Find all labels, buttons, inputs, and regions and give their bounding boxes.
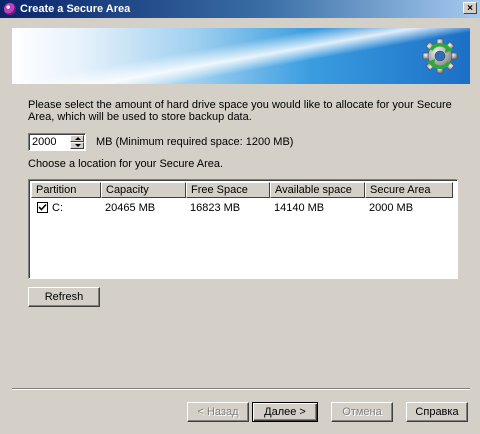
partition-cell: C: [31, 200, 101, 216]
app-icon [4, 3, 16, 15]
column-available-space[interactable]: Available space [270, 182, 365, 198]
partition-checkbox[interactable] [37, 202, 48, 213]
available-space-cell: 14140 MB [274, 202, 325, 214]
close-button[interactable]: × [463, 2, 477, 14]
partition-list[interactable]: Partition Capacity Free Space Available … [28, 179, 458, 279]
close-icon: × [467, 3, 473, 14]
secure-area-cell: 2000 MB [369, 202, 414, 214]
checkmark-icon [38, 203, 47, 211]
list-header: Partition Capacity Free Space Available … [31, 182, 453, 198]
window-title: Create a Secure Area [20, 3, 131, 15]
size-stepper[interactable]: 2000 [28, 133, 86, 151]
gear-refresh-icon [422, 38, 458, 74]
intro-text: Please select the amount of hard drive s… [28, 99, 452, 123]
spin-down-icon[interactable] [70, 142, 84, 149]
footer-divider [12, 388, 470, 390]
refresh-button[interactable]: Refresh [28, 287, 100, 307]
table-row[interactable]: C: 20465 MB 16823 MB 14140 MB 2000 MB [31, 200, 453, 216]
partition-name: C: [52, 202, 63, 214]
size-label: MB (Minimum required space: 1200 MB) [96, 136, 294, 148]
cancel-button[interactable]: Отмена [331, 402, 393, 422]
header-banner [12, 28, 470, 84]
location-prompt: Choose a location for your Secure Area. [28, 158, 224, 170]
help-button[interactable]: Справка [406, 402, 468, 422]
column-partition[interactable]: Partition [31, 182, 101, 198]
back-button[interactable]: < Назад [187, 402, 249, 422]
spin-up-icon[interactable] [70, 135, 84, 142]
size-input[interactable]: 2000 [32, 136, 56, 148]
capacity-cell: 20465 MB [105, 202, 156, 214]
column-capacity[interactable]: Capacity [101, 182, 186, 198]
column-secure-area[interactable]: Secure Area [365, 182, 453, 198]
next-button[interactable]: Далее > [252, 402, 318, 422]
title-bar[interactable]: Create a Secure Area × [0, 0, 480, 18]
column-free-space[interactable]: Free Space [186, 182, 270, 198]
free-space-cell: 16823 MB [190, 202, 241, 214]
